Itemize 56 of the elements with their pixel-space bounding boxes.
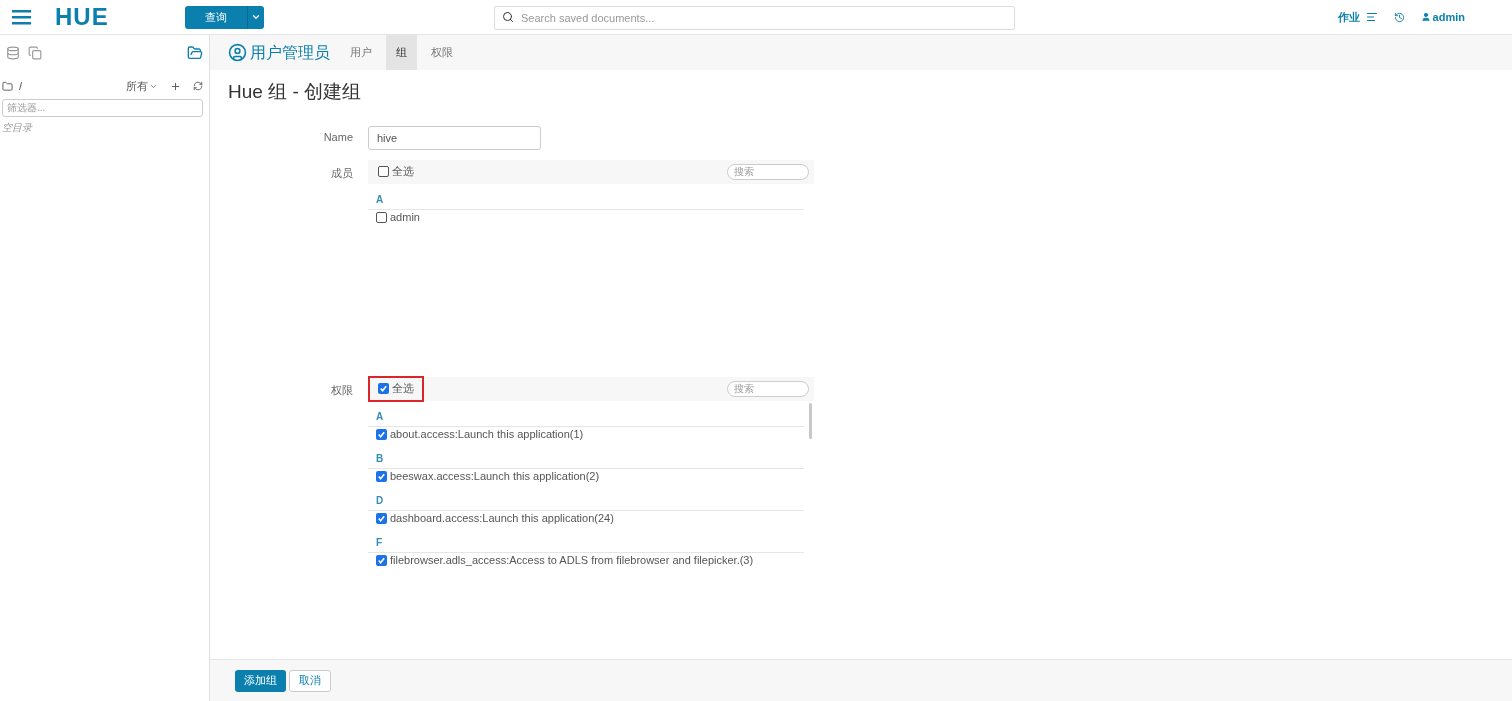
letter-heading: F — [368, 530, 804, 553]
letter-heading: D — [368, 488, 804, 511]
tab[interactable]: 组 — [386, 35, 417, 70]
checkbox[interactable] — [376, 555, 387, 566]
folder-icon[interactable] — [187, 44, 203, 61]
field-label: Name — [322, 130, 354, 146]
list-item[interactable]: filebrowser.adls_access:Access to ADLS from filebrowser and filepicker.(3) — [368, 552, 804, 569]
checkbox[interactable] — [378, 383, 389, 394]
list-item[interactable]: about.access:Launch this application(1) — [368, 426, 804, 443]
select-all-checkbox[interactable]: 全选 — [368, 158, 424, 185]
checkbox[interactable] — [378, 166, 389, 177]
history-icon[interactable] — [1393, 11, 1405, 23]
folder-icon — [2, 80, 13, 92]
search-field[interactable]: 搜索 — [727, 380, 809, 397]
filter-dropdown[interactable]: 所有 — [126, 78, 158, 95]
query-button[interactable]: 查询 — [185, 5, 247, 29]
logo[interactable]: HUE — [55, 0, 145, 35]
caret-icon — [251, 12, 261, 22]
path-text: / — [19, 79, 23, 94]
tab[interactable]: 用户 — [340, 35, 382, 70]
field-label: 权限 — [330, 382, 354, 398]
database-icon[interactable] — [6, 45, 20, 60]
search-field[interactable]: 搜索 — [727, 163, 809, 180]
page-title: Hue 组 - 创建组 — [228, 80, 363, 104]
checkbox[interactable] — [376, 513, 387, 524]
tab[interactable]: 权限 — [421, 35, 463, 70]
name-field[interactable]: hive — [368, 125, 541, 150]
list-item[interactable]: dashboard.access:Launch this application(24) — [368, 510, 804, 527]
user-menu[interactable]: admin — [1420, 8, 1465, 26]
select-all-checkbox[interactable]: 全选 — [368, 375, 424, 402]
app-title: 用户管理员 — [250, 42, 330, 63]
add-icon[interactable] — [170, 80, 181, 92]
field-label: 成员 — [330, 165, 354, 181]
search-field[interactable]: Search saved documents... — [494, 5, 1015, 30]
refresh-icon[interactable] — [193, 81, 203, 92]
jobs-button[interactable]: 作业 — [1337, 8, 1378, 26]
letter-heading: A — [368, 404, 804, 427]
letter-heading: B — [368, 446, 804, 469]
documents-icon[interactable] — [28, 45, 42, 60]
search-icon — [502, 10, 514, 23]
checkbox[interactable] — [376, 471, 387, 482]
cancel-button[interactable]: 取消 — [289, 669, 331, 692]
dropdown-button[interactable] — [247, 5, 264, 29]
checkbox[interactable] — [376, 429, 387, 440]
checkbox[interactable] — [376, 212, 387, 223]
user-icon — [1420, 12, 1431, 22]
filter-field[interactable]: 筛选器... — [2, 98, 203, 117]
letter-heading: A — [368, 187, 804, 210]
list-item[interactable]: beeswax.access:Launch this application(2) — [368, 468, 804, 485]
empty-message: 空目录 — [2, 120, 34, 135]
list-item[interactable]: admin — [368, 209, 804, 226]
list-icon — [1365, 11, 1378, 23]
submit-button[interactable]: 添加组 — [235, 669, 286, 692]
menu-icon[interactable] — [12, 9, 31, 25]
scrollbar[interactable] — [809, 402, 812, 439]
user-icon — [228, 43, 247, 62]
